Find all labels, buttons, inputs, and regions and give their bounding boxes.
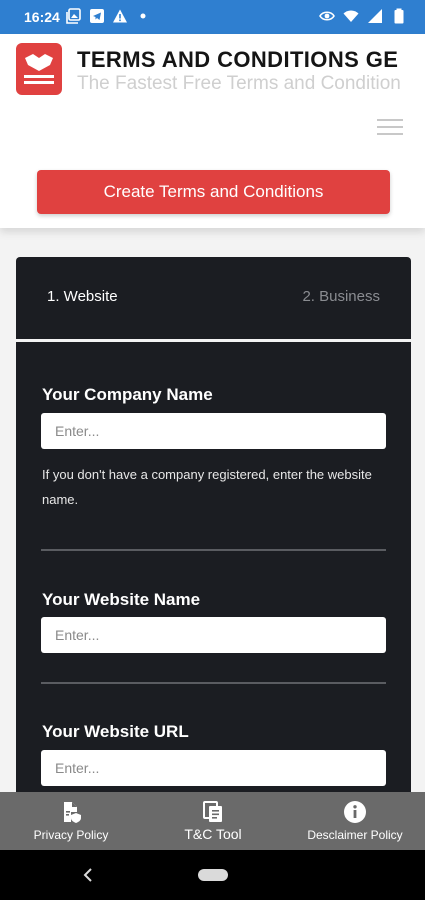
handshake-icon xyxy=(24,54,54,84)
step-indicator: 1. Website 2. Business xyxy=(16,257,411,339)
status-time: 16:24 xyxy=(24,9,60,25)
menu-icon[interactable] xyxy=(377,119,403,137)
bottom-nav: Privacy Policy T&C Tool Desclaimer Polic… xyxy=(0,792,425,850)
form-card: 1. Website 2. Business Your Company Name… xyxy=(16,257,411,797)
nav-privacy-policy[interactable]: Privacy Policy xyxy=(22,792,120,850)
create-terms-button[interactable]: Create Terms and Conditions xyxy=(37,170,390,214)
home-button[interactable] xyxy=(198,869,228,881)
signal-icon xyxy=(368,9,382,23)
dot-icon xyxy=(140,13,146,19)
brand-subtitle: The Fastest Free Terms and Condition xyxy=(77,73,401,94)
info-icon xyxy=(344,801,366,823)
telegram-icon xyxy=(90,9,104,23)
field-separator xyxy=(41,682,386,684)
status-left-icons xyxy=(66,8,151,24)
nav-disclaimer-policy-label: Desclaimer Policy xyxy=(307,828,403,842)
nav-disclaimer-policy[interactable]: Desclaimer Policy xyxy=(302,792,408,850)
warning-icon xyxy=(113,9,127,23)
wifi-icon xyxy=(343,10,359,22)
company-name-label: Your Company Name xyxy=(42,385,213,404)
nav-tc-tool[interactable]: T&C Tool xyxy=(172,792,254,850)
website-name-label: Your Website Name xyxy=(42,590,201,609)
brand-title: TERMS AND CONDITIONS GE xyxy=(77,47,399,72)
eye-icon xyxy=(319,11,335,21)
step-divider xyxy=(16,339,411,342)
website-url-input[interactable] xyxy=(41,750,386,786)
company-name-input[interactable] xyxy=(41,413,386,449)
field-separator xyxy=(41,549,386,551)
battery-icon xyxy=(394,8,404,24)
website-url-label: Your Website URL xyxy=(42,722,189,741)
back-icon[interactable] xyxy=(82,867,94,883)
step-business[interactable]: 2. Business xyxy=(302,288,380,305)
gallery-icon xyxy=(66,8,81,24)
nav-privacy-policy-label: Privacy Policy xyxy=(33,828,109,842)
status-bar: 16:24 xyxy=(0,0,425,34)
website-name-input[interactable] xyxy=(41,617,386,653)
company-name-help: If you don't have a company registered, … xyxy=(42,467,372,507)
brand-logo xyxy=(16,43,62,95)
nav-tc-tool-label: T&C Tool xyxy=(184,826,242,842)
step-website[interactable]: 1. Website xyxy=(47,288,118,305)
copy-document-icon xyxy=(203,801,222,822)
status-right-icons xyxy=(319,8,407,24)
document-shield-icon xyxy=(64,802,81,823)
system-nav-bar xyxy=(0,850,425,900)
app-header: TERMS AND CONDITIONS GE The Fastest Free… xyxy=(0,34,425,228)
